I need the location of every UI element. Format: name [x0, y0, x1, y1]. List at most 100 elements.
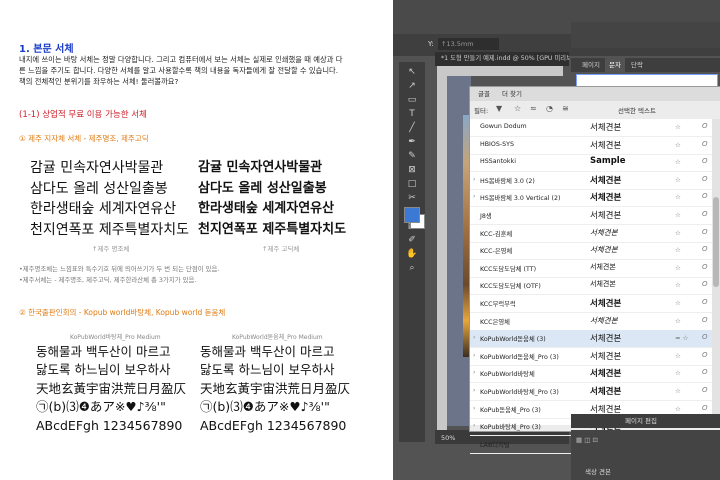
font-list-item[interactable]: › KoPubWorld바탕체_Pro (3) 서체견본 ☆ O — [470, 383, 712, 401]
panel-controls-icon[interactable]: ▦ ◫ ⊡ — [576, 436, 598, 444]
font-list-item[interactable]: › KoPubWorld돋움체 (3) 서체견본 ≈ ☆ O — [470, 330, 712, 349]
funnel-icon[interactable]: ▼ — [496, 104, 502, 113]
font-list-item[interactable]: KCC은영체 서체견본 ☆ O — [470, 313, 712, 331]
expand-chevron-icon[interactable]: › — [473, 334, 475, 341]
font-list-item[interactable]: KCC무럭무럭 서체견본 ☆ O — [470, 295, 712, 313]
activated-icon[interactable]: ≈ — [530, 104, 537, 113]
fill-swatch[interactable] — [404, 207, 420, 223]
rectangle-tool-icon[interactable]: □ — [403, 178, 421, 191]
opentype-icon: O — [702, 210, 708, 218]
font-list-item[interactable]: › KoPubWorld돋움체_Pro (3) 서체견본 ☆ O — [470, 348, 712, 366]
rectangle-frame-icon[interactable]: ⊠ — [403, 164, 421, 177]
line-tool-icon[interactable]: ╱ — [403, 122, 421, 135]
favorite-star-icon[interactable]: ☆ — [675, 264, 681, 272]
font-list-item[interactable]: J8생 서체견본 ☆ O — [470, 207, 712, 225]
tab-paragraph[interactable]: 단락 — [631, 58, 643, 72]
page-edit-button[interactable]: 페이지 편집 — [625, 415, 657, 425]
font-list-item[interactable]: › HS봄바람체 3.0 (2) 서체견본 ☆ O — [470, 172, 712, 190]
opentype-icon: O — [702, 245, 708, 254]
kopub-right-label: KoPubWorld돋움체_Pro Medium — [232, 334, 323, 341]
font-list-item[interactable]: › KoPubWorld바탕체 서체견본 ☆ O — [470, 365, 712, 384]
font-name: KoPubWorld바탕체_Pro (3) — [480, 389, 559, 396]
expand-chevron-icon[interactable]: › — [473, 422, 475, 429]
similar-icon[interactable]: ≅ — [562, 104, 569, 113]
favorite-star-icon[interactable]: ☆ — [675, 281, 681, 289]
hand-tool-icon[interactable]: ✋ — [403, 248, 421, 261]
font-list-item[interactable]: KCC-김훈체 서체견본 ☆ O — [470, 225, 712, 243]
font-name: LAB디지털 — [480, 441, 510, 449]
font-name: KCC-김훈체 — [480, 230, 513, 238]
font-sample: 서체견본 — [590, 262, 616, 271]
font-name: KoPubWorld돋움체_Pro (3) — [480, 353, 559, 361]
favorite-star-icon[interactable]: ☆ — [675, 193, 681, 201]
expand-chevron-icon[interactable]: › — [473, 193, 475, 200]
zoom-level[interactable]: 50% — [441, 434, 455, 442]
favorite-star-icon[interactable]: ☆ — [675, 352, 681, 360]
favorite-star-icon[interactable]: ☆ — [675, 317, 681, 325]
document-tab[interactable]: *1 도형 만들기 예제.indd @ 50% [GPU 미리보기] — [435, 52, 569, 66]
direct-selection-icon[interactable]: ↗ — [403, 80, 421, 93]
jeju-myeongjo-sample: 감귤 민속자연사박물관 삼다도 올레 성산일출봉 한라생태숲 세계자연유산 천지… — [30, 158, 189, 240]
similar-fonts-icon[interactable]: ≈ ☆ — [675, 334, 688, 342]
kopub-batang-sample: 동해물과 백두산이 마르고 닳도록 하느님이 보우하사 天地玄黃宇宙洪荒日月盈仄… — [36, 343, 186, 435]
favorite-star-icon[interactable]: ☆ — [675, 229, 681, 237]
type-tool-icon[interactable]: T — [403, 108, 421, 121]
intro-line: 책의 전체적인 분위기를 좌우하는 서체! 둘러볼까요? — [19, 77, 179, 87]
expand-chevron-icon[interactable]: › — [473, 176, 475, 183]
expand-chevron-icon[interactable]: › — [473, 352, 475, 359]
favorite-star-icon[interactable]: ☆ — [675, 369, 681, 377]
font-name: KoPubWorld돋움체 (3) — [480, 336, 546, 344]
font-list-item[interactable]: HSSantokki Sample ☆ O — [470, 154, 712, 173]
item-title-kopub: ② 한국출판인회의 - Kopub world바탕체, Kopub world … — [19, 308, 226, 317]
font-list-item[interactable]: HBIOS-SYS 서체견본 ☆ O — [470, 137, 712, 155]
star-icon[interactable]: ☆ — [514, 104, 521, 113]
expand-chevron-icon[interactable]: › — [473, 387, 475, 394]
favorite-star-icon[interactable]: ☆ — [675, 299, 681, 307]
selection-tool-icon[interactable]: ↖ — [403, 66, 421, 79]
favorite-star-icon[interactable]: ☆ — [675, 158, 681, 166]
favorite-star-icon[interactable]: ☆ — [675, 176, 681, 184]
eyedropper-icon[interactable]: ✐ — [403, 234, 421, 247]
sample-line: ABcdEFgh 1234567890 — [200, 417, 347, 433]
font-list-item[interactable]: › HS봄바람체 3.0 Vertical (2) 서체견본 ☆ O — [470, 189, 712, 208]
favorite-star-icon[interactable]: ☆ — [675, 123, 681, 131]
tab-character[interactable]: 문자 — [605, 58, 625, 72]
filter-label: 필터: — [474, 107, 489, 115]
opentype-icon: O — [702, 157, 708, 166]
y-label: Y: — [428, 40, 434, 48]
expand-chevron-icon[interactable]: › — [473, 405, 475, 412]
font-sample: 서체견본 — [590, 245, 618, 255]
favorite-star-icon[interactable]: ☆ — [675, 387, 681, 395]
font-sample: 서체견본 — [590, 404, 622, 415]
indesign-window: Y: ↑13.5mm ↖ ↗ ▭ T ╱ ✒ ✎ ⊠ □ ✂ ⟳ ▤ ✐ ✋ ⌕… — [393, 0, 720, 480]
scissors-icon[interactable]: ✂ — [403, 192, 421, 205]
tab-fonts[interactable]: 글꼴 — [478, 88, 490, 100]
intro-paragraph: 내지에 쓰이는 바탕 서체는 정말 다양합니다. 그리고 컴퓨터에서 보는 서체… — [19, 54, 391, 88]
font-list-item[interactable]: Gowun Dodum 서체견본 ☆ O — [470, 119, 712, 137]
expand-chevron-icon[interactable]: › — [473, 369, 475, 376]
tab-find-more[interactable]: 더 찾기 — [502, 88, 522, 100]
favorite-star-icon[interactable]: ☆ — [675, 405, 681, 413]
sample-line: 닳도록 하느님이 보우하사 — [200, 362, 335, 378]
favorite-star-icon[interactable]: ☆ — [675, 211, 681, 219]
tab-swatches[interactable]: 색상 견본 — [585, 466, 611, 476]
font-name: KCC도담도담체 (TT) — [480, 265, 537, 273]
zoom-tool-icon[interactable]: ⌕ — [403, 262, 421, 275]
pencil-tool-icon[interactable]: ✎ — [403, 150, 421, 163]
sample-line: 천지연폭포 제주특별자치도 — [198, 221, 347, 237]
font-sample: 서체견본 — [590, 140, 622, 151]
note-line: •제주명조체는 느낌표와 특수기호 뒤에 띄어쓰기가 두 번 되는 단점이 있음… — [19, 265, 220, 273]
font-list-item[interactable]: KCC-은영체 서체견본 ☆ O — [470, 242, 712, 261]
tab-pages[interactable]: 페이지 — [582, 58, 600, 72]
pen-tool-icon[interactable]: ✒ — [403, 136, 421, 149]
kopub-left-label: KoPubWorld바탕체_Pro Medium — [70, 334, 161, 341]
y-position-field[interactable]: ↑13.5mm — [438, 38, 499, 50]
font-list-item[interactable]: KCC도담도담체 (OTF) 서체견본 ☆ O — [470, 277, 712, 296]
font-list-item[interactable]: KCC도담도담체 (TT) 서체견본 ☆ O — [470, 260, 712, 278]
section-title: 1. 본문 서체 — [19, 44, 74, 55]
page-tool-icon[interactable]: ▭ — [403, 94, 421, 107]
favorite-star-icon[interactable]: ☆ — [675, 141, 681, 149]
recent-icon[interactable]: ◔ — [546, 104, 553, 113]
scrollbar-thumb[interactable] — [713, 197, 719, 287]
favorite-star-icon[interactable]: ☆ — [675, 246, 681, 254]
